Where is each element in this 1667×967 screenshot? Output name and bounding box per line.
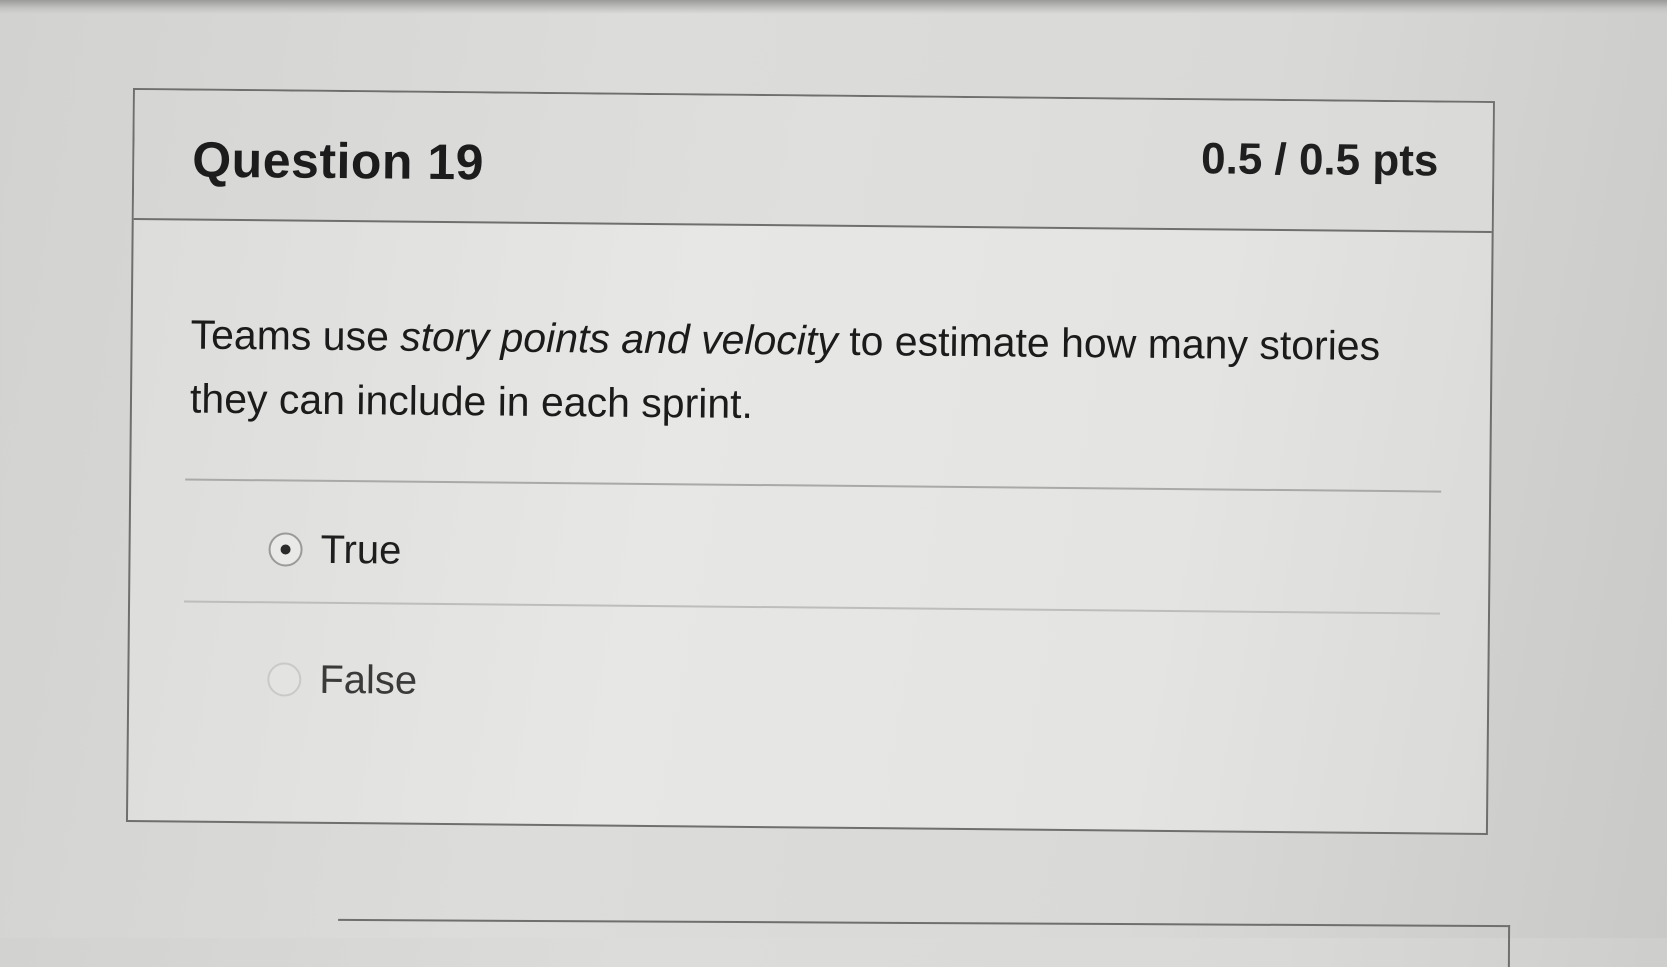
answer-option-false[interactable]: False — [267, 651, 417, 708]
next-question-card-edge — [337, 918, 1511, 967]
question-divider — [185, 478, 1442, 493]
top-edge-band — [0, 0, 1667, 14]
answer-divider — [184, 600, 1441, 615]
answer-label-true: True — [320, 527, 402, 573]
question-text-before: Teams use — [190, 311, 401, 360]
question-text-emphasis: story points and velocity — [400, 313, 839, 364]
radio-selected-icon[interactable] — [268, 532, 303, 567]
question-points: 0.5 / 0.5 pts — [1200, 134, 1439, 186]
answer-label-false: False — [319, 657, 418, 703]
question-title: Question 19 — [192, 131, 485, 191]
question-header: Question 19 0.5 / 0.5 pts — [133, 90, 1493, 234]
question-card: Question 19 0.5 / 0.5 pts Teams use stor… — [125, 88, 1495, 836]
radio-unselected-icon[interactable] — [267, 662, 302, 697]
answer-option-true[interactable]: True — [268, 521, 402, 578]
question-text: Teams use story points and velocity to e… — [190, 303, 1421, 443]
